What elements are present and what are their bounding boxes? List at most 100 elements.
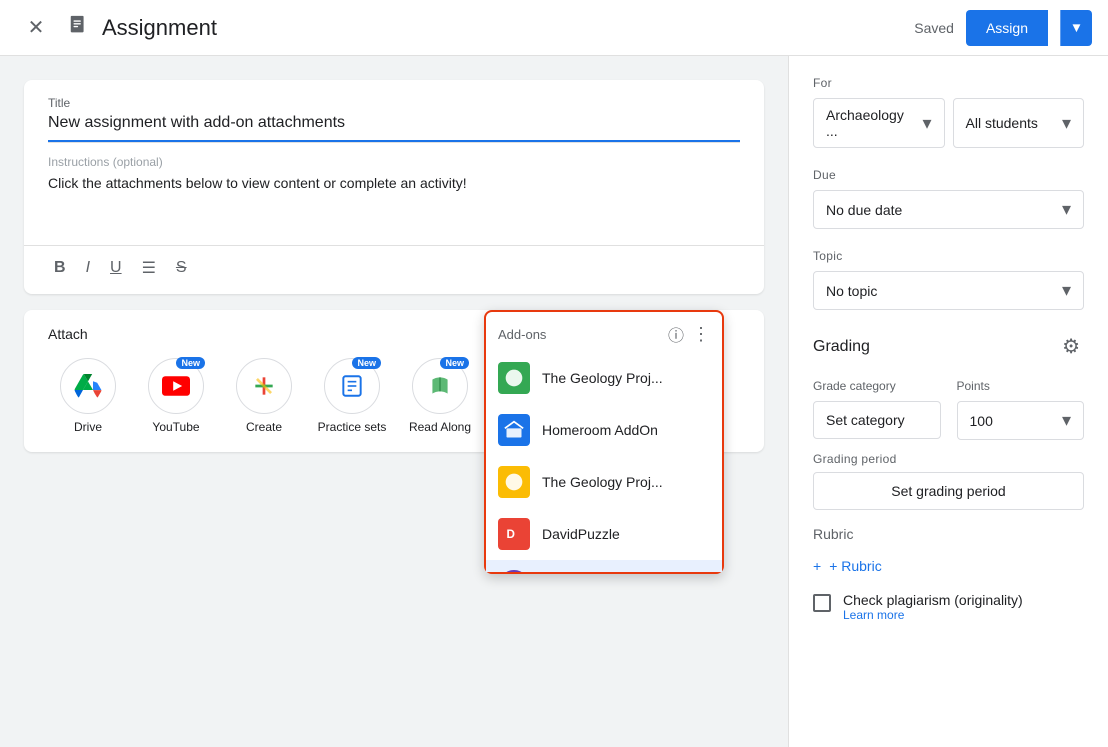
- assign-dropdown-button[interactable]: ▼: [1060, 10, 1092, 46]
- topic-select[interactable]: No topic ▾: [813, 271, 1084, 310]
- addon-item-geology2[interactable]: The Geology Proj...: [486, 456, 722, 508]
- class-value: Archaeology ...: [826, 107, 914, 139]
- addon-geology2-icon: [498, 466, 530, 498]
- points-value: 100: [970, 413, 993, 429]
- addons-more-button[interactable]: ⋮: [692, 322, 710, 346]
- topic-chevron-icon: ▾: [1062, 280, 1071, 301]
- grade-category-col: Grade category Set category: [813, 379, 941, 440]
- title-input[interactable]: [48, 114, 740, 142]
- grade-category-row: Grade category Set category Points 100 ▾: [813, 379, 1084, 440]
- assign-button[interactable]: Assign: [966, 10, 1048, 46]
- addons-header: Add-ons ⓘ ⋮: [486, 312, 722, 352]
- addons-dropdown: Add-ons ⓘ ⋮ The Geology Proj...: [484, 310, 724, 574]
- header-right: Saved Assign ▼: [914, 10, 1092, 46]
- addons-title: Add-ons: [498, 327, 546, 342]
- youtube-icon-wrap: New: [148, 358, 204, 414]
- points-col: Points 100 ▾: [957, 379, 1085, 440]
- addons-info-button[interactable]: ⓘ: [668, 322, 684, 346]
- practice-sets-icon-wrap: New: [324, 358, 380, 414]
- instructions-label: Instructions (optional): [48, 155, 740, 169]
- read-along-new-badge: New: [440, 357, 469, 369]
- attach-read-along[interactable]: New Read Along: [400, 358, 480, 436]
- instructions-text[interactable]: Click the attachments below to view cont…: [48, 173, 740, 233]
- grade-category-label: Grade category: [813, 379, 941, 393]
- grading-settings-button[interactable]: ⚙: [1058, 330, 1084, 363]
- plagiarism-text: Check plagiarism (originality): [843, 592, 1023, 608]
- plagiarism-text-block: Check plagiarism (originality) Learn mor…: [843, 592, 1023, 622]
- drive-icon: [74, 374, 102, 398]
- practice-sets-label: Practice sets: [318, 420, 387, 436]
- add-rubric-label: + Rubric: [829, 558, 882, 574]
- grading-period-label: Grading period: [813, 452, 1084, 466]
- grading-title: Grading: [813, 338, 870, 356]
- students-chevron-icon: ▾: [1062, 113, 1071, 134]
- attach-card: Attach Drive: [24, 310, 764, 452]
- addon-davidpuzzle-icon: D: [498, 518, 530, 550]
- addon-item-davidpuzzle[interactable]: D DavidPuzzle: [486, 508, 722, 560]
- points-select[interactable]: 100 ▾: [957, 401, 1085, 440]
- attach-create[interactable]: Create: [224, 358, 304, 436]
- learn-more-link[interactable]: Learn more: [843, 608, 1023, 622]
- addon-geology2-name: The Geology Proj...: [542, 474, 710, 490]
- addon-item-homeroom[interactable]: Homeroom AddOn: [486, 404, 722, 456]
- for-select-row: Archaeology ... ▾ All students ▾: [813, 98, 1084, 148]
- youtube-label: YouTube: [152, 420, 199, 436]
- chevron-down-icon: ▼: [1070, 20, 1083, 35]
- list-button[interactable]: ☰: [136, 254, 162, 282]
- page-title: Assignment: [102, 15, 217, 41]
- due-label: Due: [813, 168, 1084, 182]
- rubric-label: Rubric: [813, 526, 1084, 542]
- youtube-new-badge: New: [176, 357, 205, 369]
- students-select[interactable]: All students ▾: [953, 98, 1085, 148]
- bold-button[interactable]: B: [48, 255, 72, 281]
- grading-header: Grading ⚙: [813, 330, 1084, 363]
- close-button[interactable]: ✕: [16, 8, 56, 48]
- create-icon-wrap: [236, 358, 292, 414]
- plagiarism-row: Check plagiarism (originality) Learn mor…: [813, 592, 1084, 622]
- title-instructions-card: Title Instructions (optional) Click the …: [24, 80, 764, 294]
- topic-value: No topic: [826, 283, 877, 299]
- set-grading-period-button[interactable]: Set grading period: [813, 472, 1084, 510]
- title-label: Title: [48, 96, 740, 110]
- addon-homeroom-name: Homeroom AddOn: [542, 422, 710, 438]
- attach-practice-sets[interactable]: New Practice sets: [312, 358, 392, 436]
- addon-google-arts-icon: 🏛: [498, 570, 530, 572]
- addons-header-icons: ⓘ ⋮: [668, 322, 710, 346]
- addon-item-google-arts[interactable]: 🏛 Google Arts & Cu... ⓘ: [486, 560, 722, 572]
- app-header: ✕ Assignment Saved Assign ▼: [0, 0, 1108, 56]
- instructions-section: Instructions (optional) Click the attach…: [24, 143, 764, 245]
- title-section: Title: [24, 80, 764, 142]
- drive-icon-wrap: [60, 358, 116, 414]
- due-select[interactable]: No due date ▾: [813, 190, 1084, 229]
- addon-geology1-name: The Geology Proj...: [542, 370, 710, 386]
- plagiarism-checkbox[interactable]: [813, 594, 831, 612]
- class-select[interactable]: Archaeology ... ▾: [813, 98, 945, 148]
- create-icon: [251, 373, 277, 399]
- svg-text:D: D: [507, 528, 515, 541]
- set-category-button[interactable]: Set category: [813, 401, 941, 439]
- addons-list: The Geology Proj... Homeroom AddOn: [486, 352, 722, 572]
- attach-youtube[interactable]: New YouTube: [136, 358, 216, 436]
- underline-button[interactable]: U: [104, 255, 128, 281]
- formatting-toolbar: B I U ☰ S: [24, 245, 764, 294]
- read-along-icon-wrap: New: [412, 358, 468, 414]
- attach-drive[interactable]: Drive: [48, 358, 128, 436]
- points-chevron-icon: ▾: [1062, 410, 1071, 431]
- doc-icon: [68, 14, 90, 42]
- italic-button[interactable]: I: [80, 255, 96, 281]
- due-value: No due date: [826, 202, 902, 218]
- header-left: ✕ Assignment: [16, 8, 914, 48]
- create-label: Create: [246, 420, 282, 436]
- practice-sets-icon: [339, 373, 365, 399]
- addon-item-geology1[interactable]: The Geology Proj...: [486, 352, 722, 404]
- practice-sets-new-badge: New: [352, 357, 381, 369]
- plus-icon: +: [813, 558, 821, 574]
- addon-geology1-icon: [498, 362, 530, 394]
- add-rubric-button[interactable]: + + Rubric: [813, 552, 882, 580]
- main-layout: Title Instructions (optional) Click the …: [0, 56, 1108, 747]
- topic-section: Topic No topic ▾: [813, 249, 1084, 310]
- saved-status: Saved: [914, 20, 954, 36]
- left-panel: Title Instructions (optional) Click the …: [0, 56, 788, 747]
- students-value: All students: [966, 115, 1038, 131]
- strikethrough-button[interactable]: S: [170, 255, 193, 281]
